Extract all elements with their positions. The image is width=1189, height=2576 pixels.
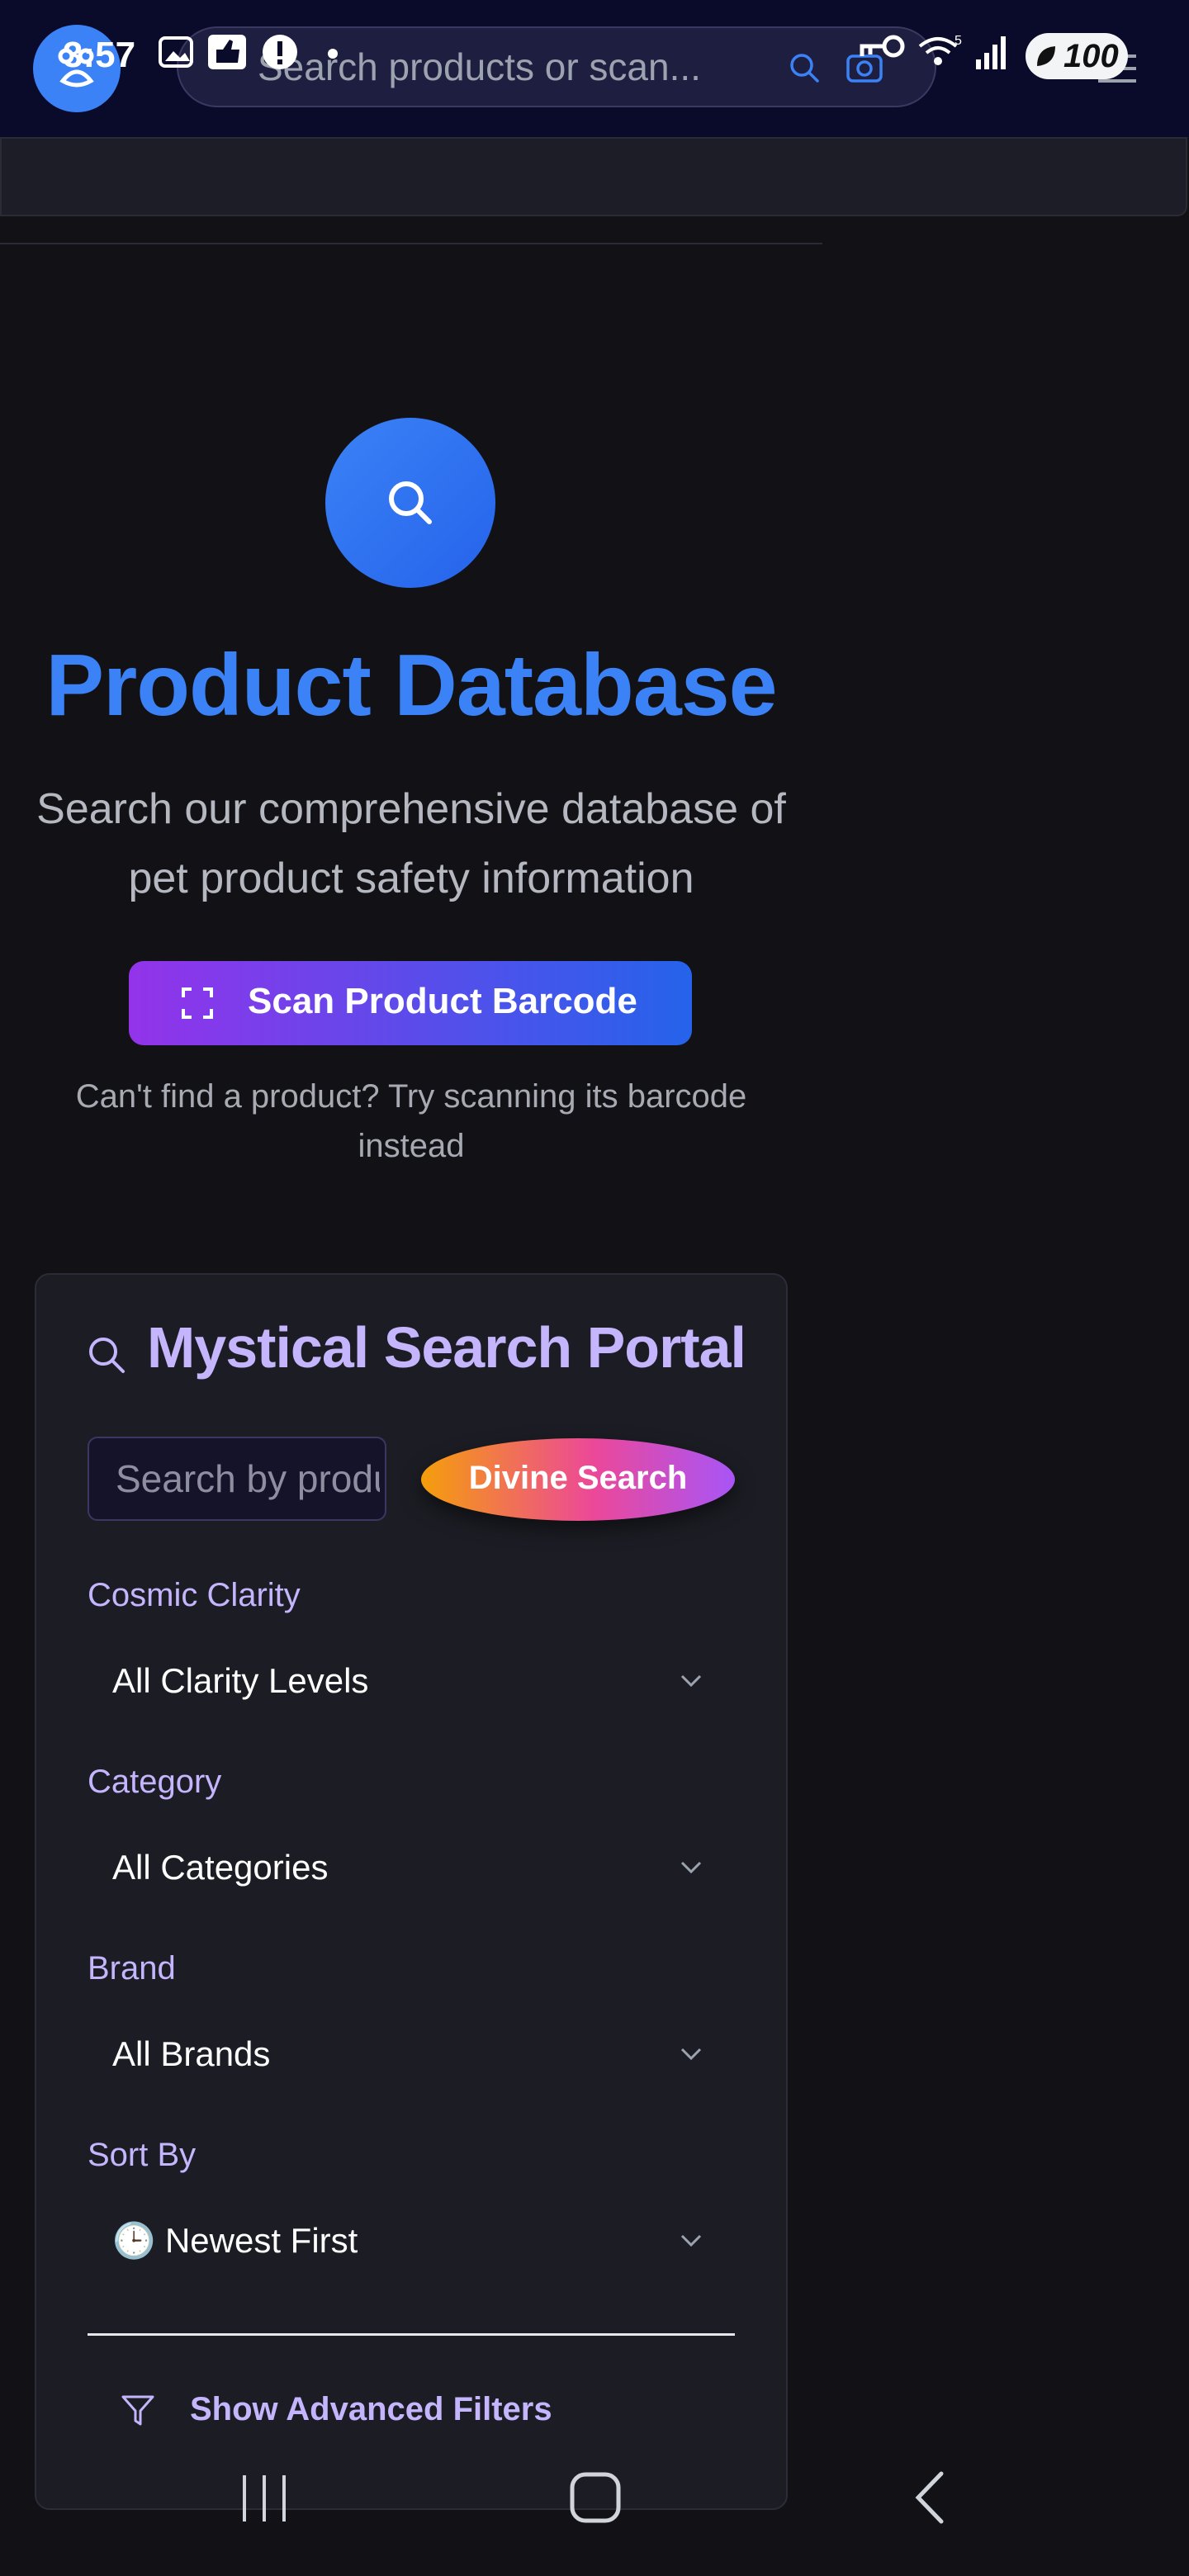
recent-apps-icon[interactable]	[239, 2474, 289, 2523]
filter-label-clarity: Cosmic Clarity	[88, 1577, 301, 1613]
scan-barcode-label: Scan Product Barcode	[248, 981, 637, 1021]
filter-label-category: Category	[88, 1764, 222, 1800]
status-time: 3:57	[63, 35, 136, 75]
signal-icon	[976, 36, 1006, 69]
brand-select-value: All Brands	[112, 2034, 271, 2073]
hero-search-badge	[325, 418, 495, 588]
back-icon[interactable]	[912, 2470, 946, 2525]
like-notification-icon	[208, 35, 246, 69]
filter-label-sort: Sort By	[88, 2137, 197, 2173]
wifi-icon: 5	[918, 34, 962, 65]
dot-indicator-icon	[328, 49, 338, 59]
portal-title: Mystical Search Portal	[147, 1315, 746, 1380]
gallery-notification-icon	[159, 36, 193, 68]
battery-level: 100	[1063, 38, 1119, 74]
barcode-scan-icon	[182, 987, 213, 1019]
page-title: Product Database	[45, 637, 777, 734]
divine-search-label: Divine Search	[468, 1460, 688, 1496]
clarity-select-value: All Clarity Levels	[112, 1661, 369, 1700]
filter-icon	[121, 2395, 154, 2426]
header-search-placeholder: Search products or scan...	[258, 45, 701, 88]
battery-saver-icon	[1037, 46, 1055, 66]
sub-header-bar	[0, 137, 1187, 216]
home-icon[interactable]	[570, 2472, 621, 2523]
divider	[0, 243, 822, 244]
search-icon[interactable]	[788, 51, 821, 84]
panel-divider	[88, 2333, 735, 2336]
category-select-value: All Categories	[112, 1848, 329, 1887]
chevron-down-icon	[680, 2234, 702, 2247]
key-icon	[860, 35, 905, 58]
product-search-placeholder: Search by product	[116, 1457, 380, 1500]
sort-select-value: 🕒 Newest First	[112, 2221, 358, 2260]
search-icon	[89, 1338, 125, 1373]
alert-notification-icon	[263, 35, 297, 69]
search-icon	[389, 481, 432, 524]
filter-label-brand: Brand	[88, 1950, 176, 1986]
svg-text:5: 5	[955, 34, 962, 48]
advanced-filters-toggle[interactable]: Show Advanced Filters	[190, 2391, 552, 2428]
page-subtitle: Search our comprehensive database of pet…	[36, 785, 786, 902]
chevron-down-icon	[680, 1861, 702, 1874]
chevron-down-icon	[680, 1674, 702, 1688]
scan-hint-text: Can't find a product? Try scanning its b…	[75, 1078, 747, 1164]
chevron-down-icon	[680, 2048, 702, 2061]
